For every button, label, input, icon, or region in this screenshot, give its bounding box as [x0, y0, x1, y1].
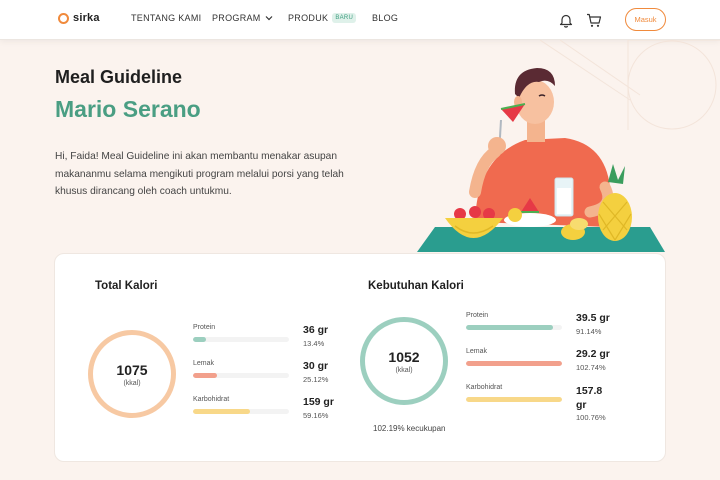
cart-icon — [587, 13, 602, 27]
needs-protein-bar — [466, 325, 562, 330]
needs-fat-bar — [466, 361, 562, 366]
total-carb-label: Karbohidrat — [193, 396, 230, 403]
needs-carb-amount: 157.8 gr — [576, 385, 603, 411]
total-protein-label: Protein — [193, 324, 216, 331]
nav-item-program[interactable]: PROGRAM — [212, 13, 273, 23]
total-carb-bar-fill — [193, 409, 250, 414]
bell-icon — [559, 14, 573, 28]
needs-protein-label: Protein — [466, 312, 489, 319]
cart-button[interactable] — [585, 11, 603, 29]
hero-description: Hi, Faida! Meal Guideline ini akan memba… — [55, 151, 344, 197]
total-calorie-title: Total Kalori — [95, 280, 158, 292]
needs-fat-percent: 102.74% — [576, 363, 606, 372]
coverage-text: 102.19% kecukupan — [373, 424, 446, 433]
total-protein-bar — [193, 337, 289, 342]
total-fat-amount: 30 gr — [303, 360, 329, 372]
needs-carb-bar — [466, 397, 562, 402]
calorie-needs-ring: 1052 (kkal) — [360, 317, 448, 405]
total-protein-bar-fill — [193, 337, 206, 342]
total-fat-bar — [193, 373, 289, 378]
logo-ring-icon — [58, 12, 69, 24]
total-calorie-ring: 1075 (kkal) — [88, 330, 176, 418]
nav-item-label: PROGRAM — [212, 13, 261, 23]
needs-carb-bar-fill — [466, 397, 562, 402]
notification-button[interactable] — [557, 11, 575, 29]
needs-protein-percent: 91.14% — [576, 327, 602, 336]
calorie-summary-card: Total Kalori 1075 (kkal) Protein 36 gr 1… — [54, 253, 666, 462]
new-badge: BARU — [332, 13, 357, 23]
nav-item-label: BLOG — [372, 13, 399, 23]
needs-carb-percent: 100.76% — [576, 413, 606, 422]
needs-protein-amount: 39.5 gr — [576, 312, 610, 324]
total-calorie-value: 1075 — [116, 361, 148, 378]
total-protein-amount: 36 gr — [303, 324, 329, 336]
page-title: Meal Guideline — [55, 67, 183, 87]
nav-item-blog[interactable]: BLOG — [372, 13, 398, 23]
calorie-needs-value: 1052 — [388, 348, 420, 365]
total-protein-percent: 13.4% — [303, 339, 325, 348]
needs-fat-amount: 29.2 gr — [576, 348, 610, 360]
sirka-logo[interactable]: sirka — [58, 12, 100, 24]
chevron-down-icon — [265, 16, 273, 21]
total-carb-percent: 59.16% — [303, 411, 329, 420]
total-carb-amount: 159 gr — [303, 396, 334, 408]
nav-item-label: PRODUK — [288, 13, 329, 23]
needs-fat-bar-fill — [466, 361, 562, 366]
total-fat-bar-fill — [193, 373, 218, 378]
nav-item-label: TENTANG KAMI — [131, 13, 202, 23]
calorie-needs-unit: (kkal) — [395, 366, 413, 374]
total-fat-label: Lemak — [193, 360, 215, 367]
login-button[interactable]: Masuk — [625, 8, 666, 31]
needs-carb-label: Karbohidrat — [466, 384, 503, 391]
total-calorie-unit: (kkal) — [123, 379, 141, 387]
nav-item-produk[interactable]: PRODUK BARU — [288, 13, 357, 23]
total-fat-percent: 25.12% — [303, 375, 329, 384]
top-navbar: sirka TENTANG KAMI PROGRAM PRODUK BARU B… — [0, 0, 720, 40]
calorie-needs-title: Kebutuhan Kalori — [368, 280, 464, 292]
client-name: Mario Serano — [55, 96, 201, 122]
man-eating-illustration — [417, 68, 665, 252]
nav-item-tentang-kami[interactable]: TENTANG KAMI — [131, 13, 201, 23]
total-carb-bar — [193, 409, 289, 414]
needs-protein-bar-fill — [466, 325, 554, 330]
logo-text: sirka — [73, 12, 100, 24]
needs-fat-label: Lemak — [466, 348, 488, 355]
